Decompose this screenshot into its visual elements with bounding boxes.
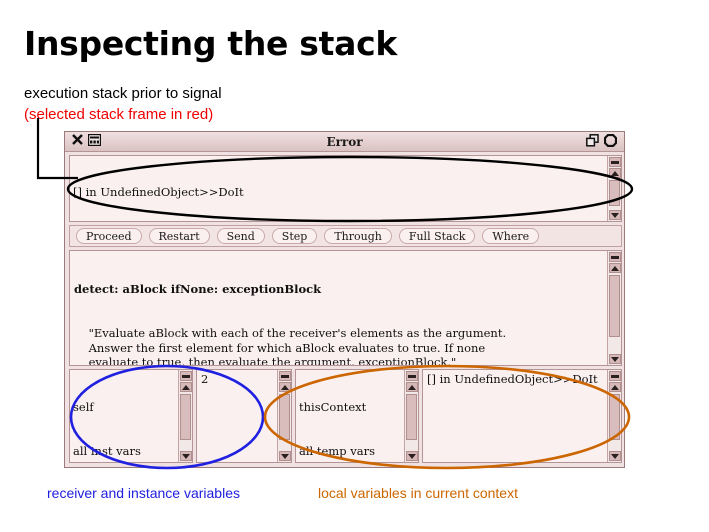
stack-trace-pane[interactable]: [] in UndefinedObject>>DoIt Array(Collec… bbox=[69, 155, 622, 222]
where-button[interactable]: Where bbox=[482, 228, 540, 244]
debugger-button-bar: Proceed Restart Send Step Through Full S… bbox=[69, 225, 622, 247]
method-signature: detect: aBlock ifNone: exceptionBlock bbox=[74, 282, 322, 297]
scrollbar-menu-button[interactable] bbox=[278, 371, 291, 381]
scrollbar-up-button[interactable] bbox=[608, 263, 621, 273]
code-scrollbar[interactable] bbox=[607, 251, 621, 365]
scrollbar-menu-button[interactable] bbox=[608, 157, 621, 167]
context-variable-list-pane[interactable]: thisContext all temp vars aBlock excepti… bbox=[295, 369, 419, 463]
full-stack-button[interactable]: Full Stack bbox=[398, 228, 476, 244]
list-item[interactable]: all inst vars bbox=[70, 444, 177, 459]
scrollbar-up-button[interactable] bbox=[608, 382, 621, 392]
caption-receiver-variables: receiver and instance variables bbox=[47, 485, 240, 501]
source-code-text[interactable]: detect: aBlock ifNone: exceptionBlock "E… bbox=[70, 251, 606, 365]
scrollbar-up-button[interactable] bbox=[278, 382, 291, 392]
scrollbar-up-button[interactable] bbox=[405, 382, 418, 392]
collapse-icon[interactable] bbox=[586, 134, 599, 152]
scrollbar-down-button[interactable] bbox=[406, 451, 418, 461]
scrollbar-down-button[interactable] bbox=[180, 451, 192, 461]
window-title: Error bbox=[326, 134, 363, 149]
scrollbar-thumb[interactable] bbox=[279, 394, 290, 440]
receiver-list-scrollbar[interactable] bbox=[178, 370, 192, 462]
expand-icon[interactable] bbox=[603, 133, 618, 152]
receiver-value-pane[interactable]: 2 bbox=[196, 369, 292, 463]
receiver-variable-list[interactable]: self all inst vars 1 2 3 bbox=[70, 370, 177, 462]
scrollbar-thumb[interactable] bbox=[180, 394, 191, 440]
scrollbar-thumb[interactable] bbox=[406, 394, 417, 440]
receiver-value-scrollbar[interactable] bbox=[277, 370, 291, 462]
scrollbar-up-button[interactable] bbox=[179, 382, 192, 392]
scrollbar-down-button[interactable] bbox=[609, 354, 621, 364]
scrollbar-menu-button[interactable] bbox=[179, 371, 192, 381]
scrollbar-down-button[interactable] bbox=[609, 451, 621, 461]
stack-scrollbar[interactable] bbox=[607, 156, 621, 221]
scrollbar-menu-button[interactable] bbox=[608, 371, 621, 381]
scrollbar-thumb[interactable] bbox=[609, 394, 620, 440]
method-body: "Evaluate aBlock with each of the receiv… bbox=[88, 325, 507, 366]
context-value-pane[interactable]: [] in UndefinedObject>>DoIt bbox=[422, 369, 622, 463]
context-list-scrollbar[interactable] bbox=[404, 370, 418, 462]
step-button[interactable]: Step bbox=[271, 228, 318, 244]
stack-trace-list[interactable]: [] in UndefinedObject>>DoIt Array(Collec… bbox=[70, 156, 606, 221]
stack-row[interactable]: [] in UndefinedObject>>DoIt bbox=[70, 185, 606, 200]
caption-local-variables: local variables in current context bbox=[318, 485, 518, 501]
receiver-variable-list-pane[interactable]: self all inst vars 1 2 3 bbox=[69, 369, 193, 463]
scrollbar-down-button[interactable] bbox=[609, 210, 621, 220]
proceed-button[interactable]: Proceed bbox=[76, 228, 142, 244]
scrollbar-menu-button[interactable] bbox=[405, 371, 418, 381]
list-item[interactable]: thisContext bbox=[296, 400, 403, 415]
error-window[interactable]: Error [] in UndefinedObject>>DoIt Array(… bbox=[64, 131, 625, 468]
window-titlebar[interactable]: Error bbox=[65, 132, 624, 152]
scrollbar-menu-button[interactable] bbox=[608, 252, 621, 262]
context-value-scrollbar[interactable] bbox=[607, 370, 621, 462]
scrollbar-down-button[interactable] bbox=[279, 451, 291, 461]
list-item[interactable]: self bbox=[70, 400, 177, 415]
restart-button[interactable]: Restart bbox=[148, 228, 210, 244]
subtitle-selected-frame: (selected stack frame in red) bbox=[24, 106, 214, 123]
context-variable-list[interactable]: thisContext all temp vars aBlock excepti… bbox=[296, 370, 403, 462]
page-title: Inspecting the stack bbox=[24, 24, 398, 63]
context-value-text[interactable]: [] in UndefinedObject>>DoIt bbox=[423, 370, 621, 389]
scrollbar-thumb[interactable] bbox=[609, 180, 620, 206]
scrollbar-up-button[interactable] bbox=[608, 168, 621, 178]
list-item[interactable]: all temp vars bbox=[296, 444, 403, 459]
inspector-row: self all inst vars 1 2 3 2 bbox=[69, 369, 622, 463]
send-button[interactable]: Send bbox=[216, 228, 265, 244]
subtitle-execution-stack: execution stack prior to signal bbox=[24, 85, 222, 102]
source-code-pane[interactable]: detect: aBlock ifNone: exceptionBlock "E… bbox=[69, 250, 622, 366]
through-button[interactable]: Through bbox=[324, 228, 392, 244]
scrollbar-thumb[interactable] bbox=[609, 275, 620, 337]
